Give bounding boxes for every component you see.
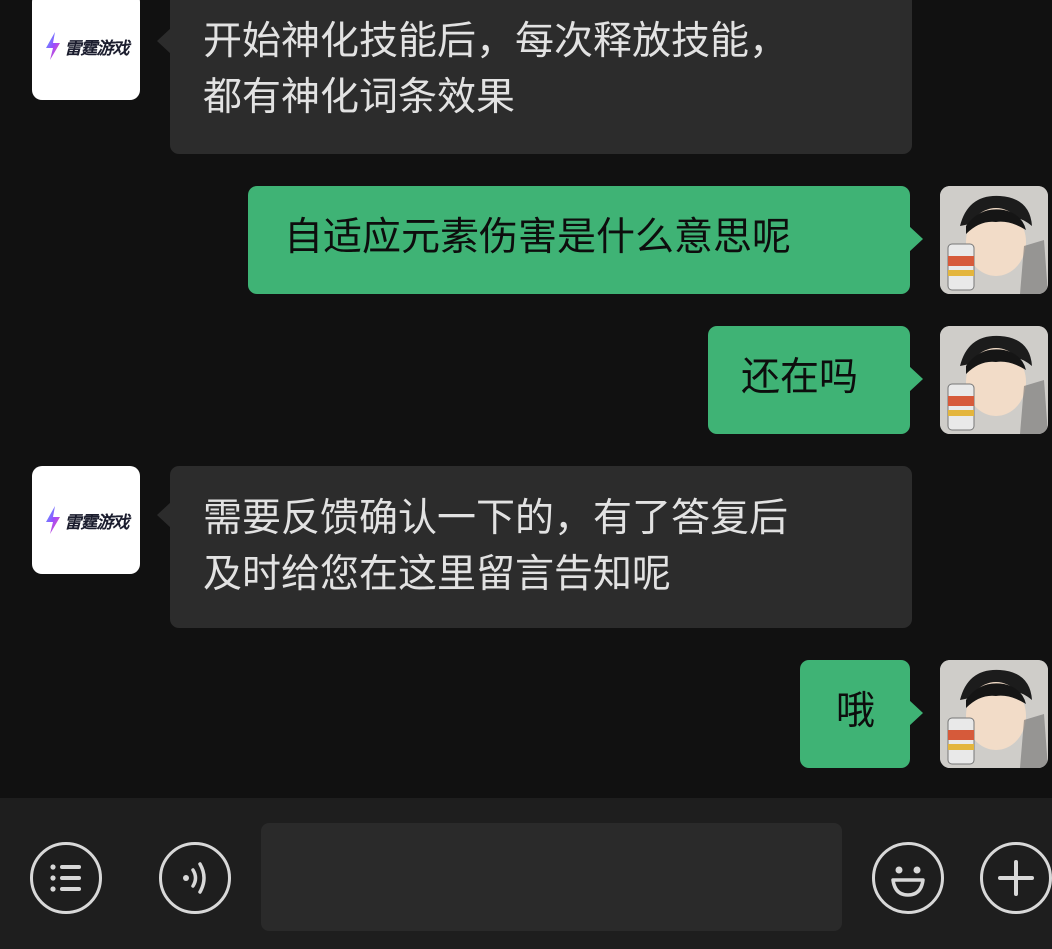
message-text: 都有神化词条效果 <box>203 75 516 120</box>
user-avatar-illustration <box>940 186 1048 294</box>
brand-name: 雷霆游戏 <box>64 38 130 59</box>
lightning-icon <box>45 32 60 60</box>
list-icon <box>50 864 81 892</box>
message-input[interactable] <box>261 823 842 931</box>
voice-icon <box>183 862 206 894</box>
chat-app: 雷霆游戏 开始神化技能后，每次释放技能， 都有神化词条效果 自适应元素伤害是什么… <box>0 0 1052 949</box>
brand-logo: 雷霆游戏 <box>44 31 130 61</box>
message-list[interactable]: 雷霆游戏 开始神化技能后，每次释放技能， 都有神化词条效果 自适应元素伤害是什么… <box>0 0 1052 798</box>
brand-logo: 雷霆游戏 <box>44 505 130 535</box>
user-avatar[interactable] <box>940 326 1048 434</box>
message-text: 还在吗 <box>741 355 859 400</box>
message-bubble-outgoing[interactable]: 还在吗 <box>708 326 923 434</box>
emoji-icon <box>891 866 925 897</box>
brand-name: 雷霆游戏 <box>64 512 130 533</box>
input-toolbar <box>0 798 1052 949</box>
lightning-icon <box>45 506 60 534</box>
message-text: 及时给您在这里留言告知呢 <box>203 552 672 597</box>
menu-button[interactable] <box>30 842 102 914</box>
add-button[interactable] <box>980 842 1052 914</box>
message-bubble-outgoing[interactable]: 哦 <box>800 660 923 768</box>
user-avatar[interactable] <box>940 660 1048 768</box>
message-bubble-outgoing[interactable]: 自适应元素伤害是什么意思呢 <box>248 186 923 294</box>
plus-icon <box>998 860 1034 896</box>
message-bubble-incoming[interactable]: 需要反馈确认一下的，有了答复后 及时给您在这里留言告知呢 <box>157 466 912 628</box>
message-text: 需要反馈确认一下的，有了答复后 <box>203 496 789 541</box>
emoji-button[interactable] <box>872 842 944 914</box>
brand-avatar[interactable]: 雷霆游戏 <box>32 466 140 574</box>
message-text: 自适应元素伤害是什么意思呢 <box>284 215 792 260</box>
user-avatar-illustration <box>940 326 1048 434</box>
brand-avatar[interactable]: 雷霆游戏 <box>32 0 140 100</box>
message-text: 哦 <box>836 689 876 734</box>
message-bubble-incoming[interactable]: 开始神化技能后，每次释放技能， 都有神化词条效果 <box>157 0 912 154</box>
message-text: 开始神化技能后，每次释放技能， <box>203 19 789 64</box>
voice-button[interactable] <box>159 842 231 914</box>
user-avatar[interactable] <box>940 186 1048 294</box>
user-avatar-illustration <box>940 660 1048 768</box>
